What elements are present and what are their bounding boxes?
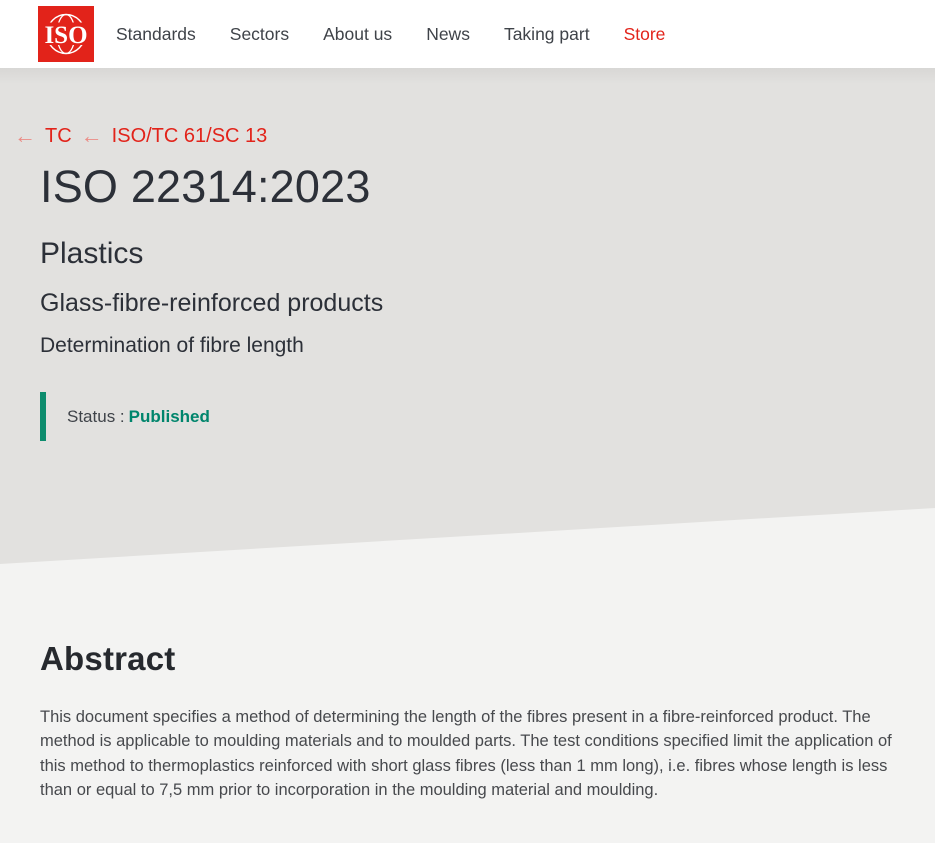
iso-globe-icon: ISO	[38, 6, 94, 62]
nav-item-news[interactable]: News	[426, 24, 470, 45]
top-nav: ISO Standards Sectors About us News Taki…	[0, 0, 935, 68]
status-badge: Published	[128, 407, 210, 426]
subtitle-plastics: Plastics	[40, 237, 144, 270]
breadcrumb: ← TC ← ISO/TC 61/SC 13	[14, 124, 895, 148]
back-arrow-icon: ←	[80, 123, 103, 148]
breadcrumb-tc-link[interactable]: ← TC	[14, 124, 72, 148]
abstract-text: This document specifies a method of dete…	[40, 708, 892, 799]
abstract-section: Abstract This document specifies a metho…	[0, 564, 935, 802]
abstract-heading: Abstract	[40, 640, 176, 677]
nav-item-standards[interactable]: Standards	[116, 24, 196, 45]
status-block: Status : Published	[40, 392, 895, 441]
breadcrumb-tc-label: TC	[45, 125, 72, 147]
svg-text:ISO: ISO	[44, 22, 87, 49]
subtitle-products: Glass-fibre-reinforced products	[40, 289, 384, 317]
status-label: Status :	[67, 407, 125, 426]
iso-logo[interactable]: ISO	[38, 6, 94, 62]
nav-item-sectors[interactable]: Sectors	[230, 24, 289, 45]
nav-item-taking-part[interactable]: Taking part	[504, 24, 590, 45]
nav-item-about-us[interactable]: About us	[323, 24, 392, 45]
hero-section: ← TC ← ISO/TC 61/SC 13 ISO 22314:2023 Pl…	[0, 68, 935, 564]
nav-item-store[interactable]: Store	[624, 24, 666, 45]
page-title: ISO 22314:2023	[40, 161, 371, 212]
main-nav: Standards Sectors About us News Taking p…	[116, 24, 665, 45]
breadcrumb-subcommittee-link[interactable]: ← ISO/TC 61/SC 13	[81, 124, 268, 148]
subtitle-determination: Determination of fibre length	[40, 334, 304, 357]
back-arrow-icon: ←	[14, 123, 36, 148]
breadcrumb-subcommittee-label: ISO/TC 61/SC 13	[111, 125, 268, 147]
